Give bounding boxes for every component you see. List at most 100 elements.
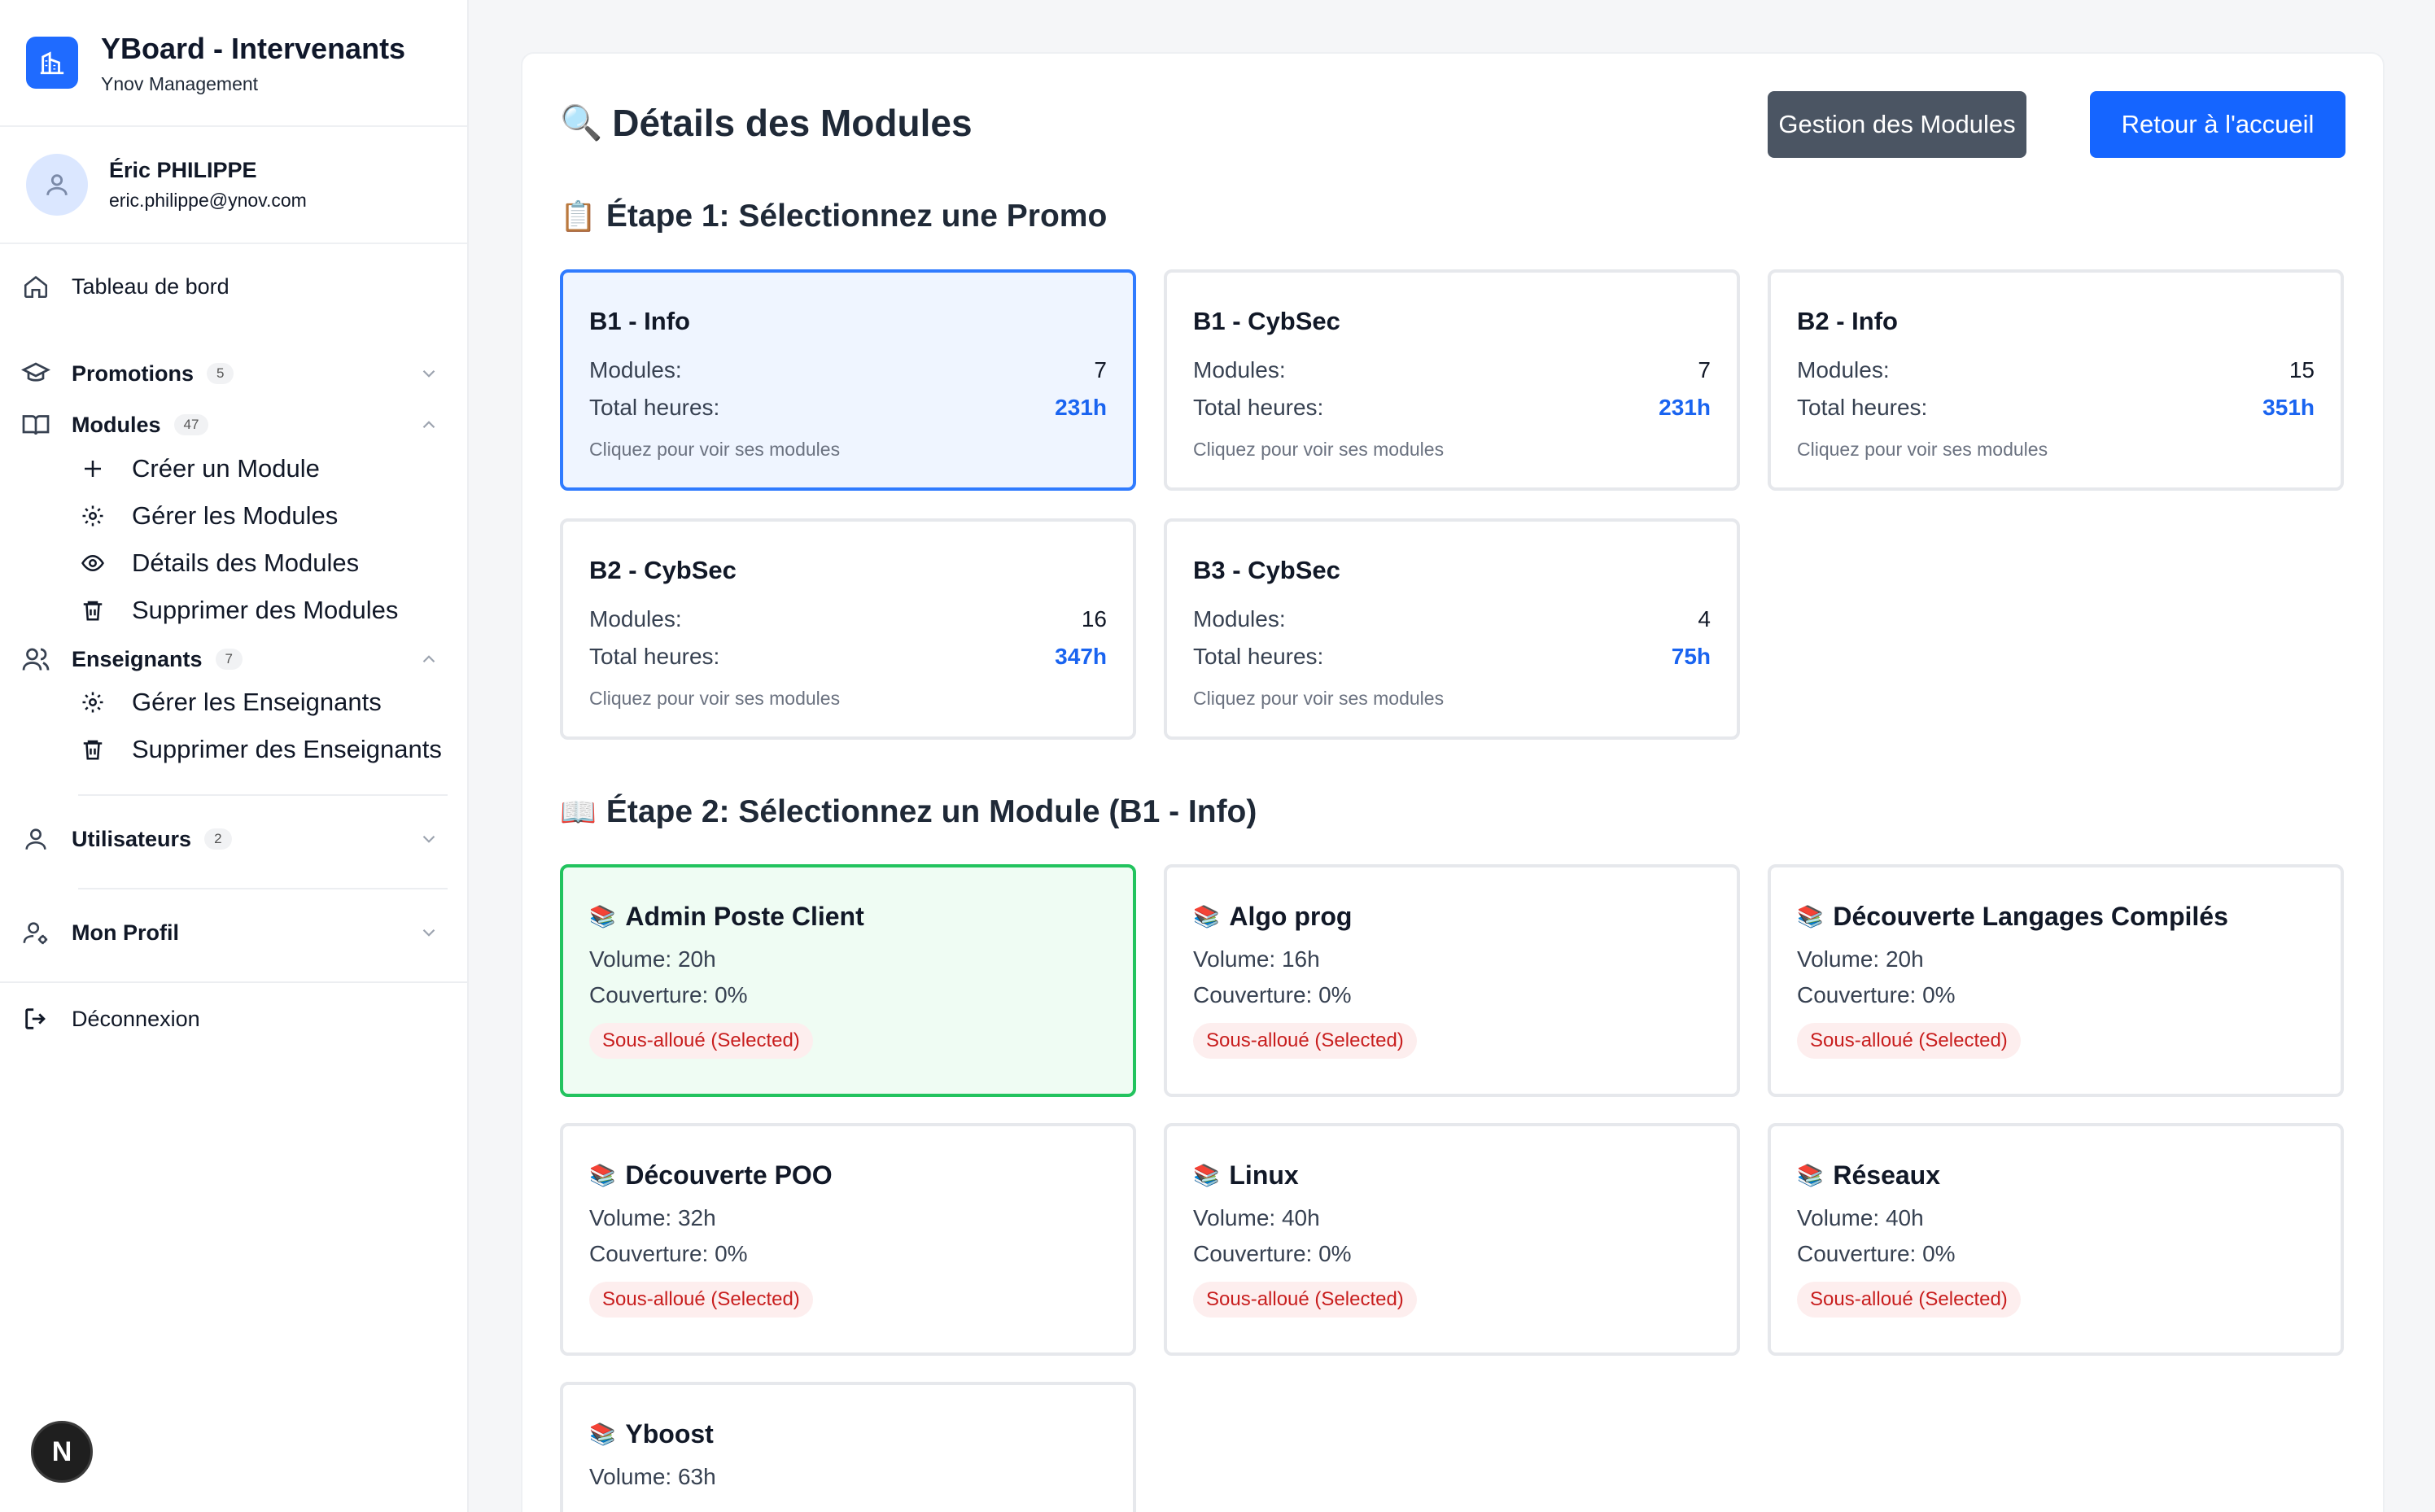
module-coverage: Couverture: 0%: [1193, 1241, 1352, 1266]
nav-manage-enseignants[interactable]: Gérer les Enseignants: [78, 682, 382, 723]
page-title: 🔍 Détails des Modules: [560, 101, 973, 145]
module-name: Découverte POO: [625, 1160, 833, 1190]
modules-count: 7: [1698, 357, 1711, 382]
hours-label: Total heures:: [1193, 395, 1324, 420]
module-coverage: Couverture: 0%: [589, 982, 748, 1007]
back-home-button[interactable]: Retour à l'accueil: [2090, 91, 2345, 158]
module-coverage: Couverture: 0%: [1797, 1241, 1956, 1266]
gear-icon: [78, 504, 107, 528]
nav-manage-modules[interactable]: Gérer les Modules: [78, 496, 338, 536]
app-subtitle: Ynov Management: [101, 72, 259, 94]
avatar: [26, 154, 88, 216]
modules-label: Modules:: [1193, 606, 1286, 631]
nav-logout-label: Déconnexion: [72, 1006, 200, 1031]
module-card[interactable]: 📚 Découverte POO Volume: 32h Couverture: …: [560, 1123, 1136, 1356]
nav-promotions[interactable]: Promotions 5: [20, 353, 448, 394]
status-badge: Sous-alloué (Selected): [1193, 1282, 1417, 1318]
nav-dashboard[interactable]: Tableau de bord: [20, 266, 448, 307]
books-icon: 📚: [1193, 904, 1220, 929]
total-hours: 347h: [1055, 644, 1107, 669]
utilisateurs-count-badge: 2: [204, 828, 232, 850]
module-coverage: Couverture: 0%: [589, 1241, 748, 1266]
nav-delete-modules[interactable]: Supprimer des Modules: [78, 590, 398, 631]
module-name: Linux: [1229, 1160, 1299, 1190]
nav-enseignants[interactable]: Enseignants 7: [20, 639, 448, 680]
step1-title-text: Étape 1: Sélectionnez une Promo: [605, 199, 1108, 234]
modules-count: 7: [1094, 357, 1107, 382]
module-card[interactable]: 📚 Admin Poste Client Volume: 20h Couvertu…: [560, 864, 1136, 1097]
promo-card[interactable]: B2 - Info Modules: 15 Total heures: 351h C…: [1768, 269, 2344, 491]
promotions-count-badge: 5: [207, 363, 234, 384]
page-title-text: Détails des Modules: [612, 102, 973, 144]
modules-label: Modules:: [1797, 357, 1890, 382]
total-hours: 231h: [1659, 395, 1711, 420]
module-volume: Volume: 32h: [589, 1205, 716, 1230]
nav-module-details[interactable]: Détails des Modules: [78, 543, 359, 583]
hours-label: Total heures:: [589, 395, 720, 420]
promo-name: B3 - CybSec: [1193, 556, 1340, 584]
promo-hint: Cliquez pour voir ses modules: [589, 439, 841, 460]
books-icon: 📚: [1797, 904, 1824, 929]
promo-hint: Cliquez pour voir ses modules: [1193, 439, 1445, 460]
module-name: Réseaux: [1833, 1160, 1941, 1190]
promo-card[interactable]: B1 - Info Modules: 7 Total heures: 231h Cl…: [560, 269, 1136, 491]
promo-name: B1 - Info: [589, 307, 690, 335]
promo-hint: Cliquez pour voir ses modules: [1193, 688, 1445, 709]
chevron-up-icon[interactable]: [418, 649, 439, 675]
nav-logout[interactable]: Déconnexion: [20, 999, 448, 1039]
module-name: Admin Poste Client: [625, 902, 864, 931]
step2-title: 📖 Étape 2: Sélectionnez un Module (B1 - …: [560, 794, 1257, 830]
nav-enseignants-label: Enseignants: [72, 646, 203, 671]
status-badge: Sous-alloué (Selected): [589, 1282, 813, 1318]
nav-create-module-label: Créer un Module: [132, 454, 320, 483]
promo-hint: Cliquez pour voir ses modules: [589, 688, 841, 709]
chevron-down-icon[interactable]: [418, 828, 439, 855]
gear-icon: [78, 690, 107, 714]
next-dev-button[interactable]: N: [31, 1421, 93, 1483]
open-book-icon: 📖: [560, 795, 597, 828]
module-volume: Volume: 40h: [1193, 1205, 1320, 1230]
manage-modules-button[interactable]: Gestion des Modules: [1768, 91, 2026, 158]
module-name: Algo prog: [1229, 902, 1353, 931]
chevron-down-icon[interactable]: [418, 363, 439, 390]
step2-title-text: Étape 2: Sélectionnez un Module (B1 - In…: [605, 794, 1257, 829]
modules-label: Modules:: [1193, 357, 1286, 382]
module-card[interactable]: 📚 Découverte Langages Compilés Volume: 20…: [1768, 864, 2344, 1097]
hours-label: Total heures:: [589, 644, 720, 669]
divider: [0, 981, 467, 983]
module-name: Découverte Langages Compilés: [1833, 902, 2228, 931]
modules-count: 15: [2289, 357, 2315, 382]
promo-card[interactable]: B1 - CybSec Modules: 7 Total heures: 231h …: [1164, 269, 1740, 491]
books-icon: 📚: [589, 904, 616, 929]
module-card[interactable]: 📚 Yboost Volume: 63h: [560, 1382, 1136, 1512]
module-card[interactable]: 📚 Linux Volume: 40h Couverture: 0% Sous-a…: [1164, 1123, 1740, 1356]
chevron-up-icon[interactable]: [418, 414, 439, 441]
module-card[interactable]: 📚 Algo prog Volume: 16h Couverture: 0% So…: [1164, 864, 1740, 1097]
nav-delete-enseignants-label: Supprimer des Enseignants: [132, 735, 442, 763]
chevron-down-icon[interactable]: [418, 922, 439, 949]
module-volume: Volume: 20h: [1797, 946, 1924, 972]
hours-label: Total heures:: [1797, 395, 1928, 420]
nav-manage-modules-label: Gérer les Modules: [132, 501, 339, 530]
nav-delete-enseignants[interactable]: Supprimer des Enseignants: [78, 729, 442, 770]
promo-card[interactable]: B3 - CybSec Modules: 4 Total heures: 75h C…: [1164, 518, 1740, 740]
promo-card[interactable]: B2 - CybSec Modules: 16 Total heures: 347h…: [560, 518, 1136, 740]
nav-module-details-label: Détails des Modules: [132, 548, 360, 577]
clipboard-icon: 📋: [560, 199, 597, 233]
nav-profil-label: Mon Profil: [72, 920, 179, 945]
user-icon: [20, 823, 52, 855]
nav-delete-modules-label: Supprimer des Modules: [132, 596, 399, 624]
nav-utilisateurs[interactable]: Utilisateurs 2: [20, 819, 448, 859]
nav-modules[interactable]: Modules 47: [20, 404, 448, 445]
user-info: Éric PHILIPPE eric.philippe@ynov.com: [0, 127, 467, 244]
app-title: YBoard - Intervenants: [101, 31, 406, 65]
module-card[interactable]: 📚 Réseaux Volume: 40h Couverture: 0% Sous…: [1768, 1123, 2344, 1356]
nav-profil[interactable]: Mon Profil: [20, 912, 448, 953]
hours-label: Total heures:: [1193, 644, 1324, 669]
nav-create-module[interactable]: Créer un Module: [78, 448, 320, 489]
user-name: Éric PHILIPPE: [109, 158, 257, 182]
modules-label: Modules:: [589, 357, 682, 382]
nav-utilisateurs-label: Utilisateurs: [72, 826, 192, 851]
trash-icon: [78, 737, 107, 762]
user-settings-icon: [20, 916, 52, 949]
